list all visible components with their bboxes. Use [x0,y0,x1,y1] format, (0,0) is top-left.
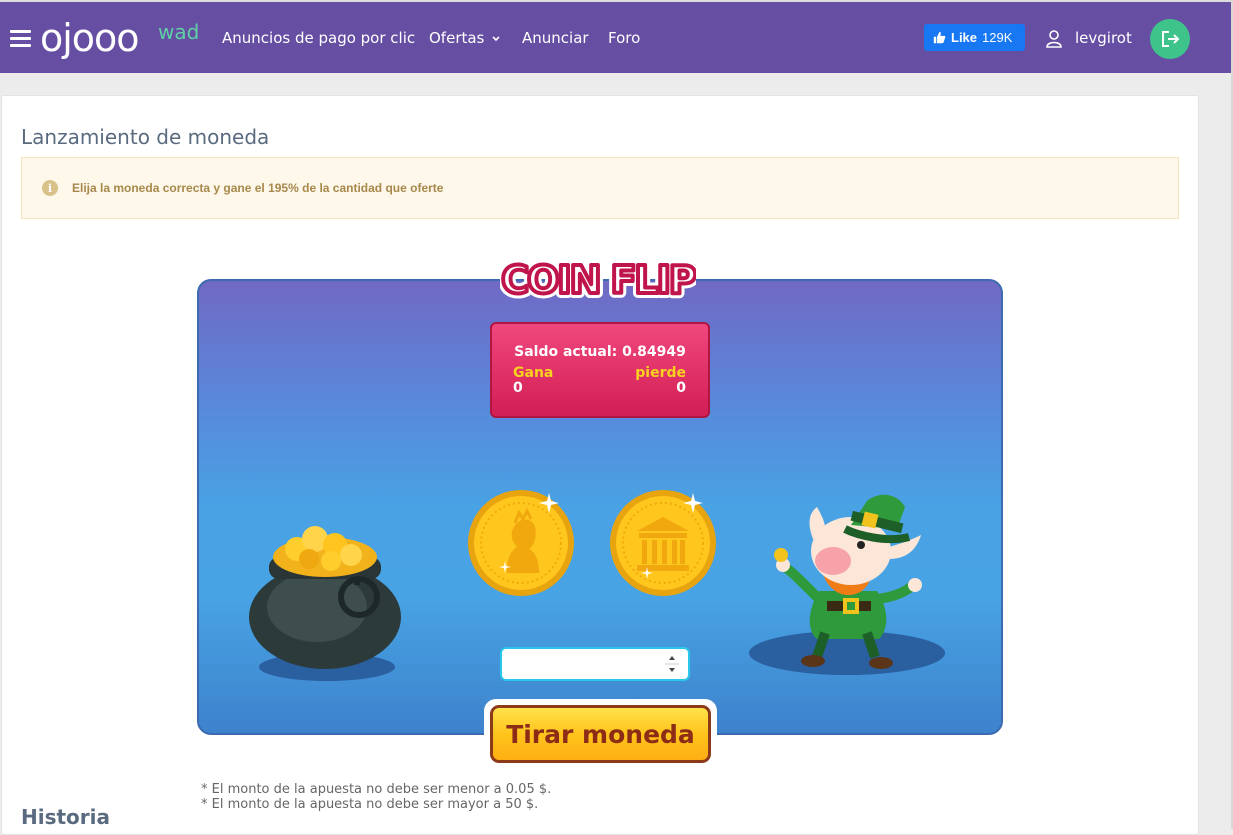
user-icon [1046,30,1062,48]
info-icon: i [42,180,58,196]
nav-offers[interactable]: Ofertas [429,29,501,47]
balance-panel: Saldo actual: 0.84949 Gana pierde 0 0 [490,322,710,418]
logo-suffix: wad [158,20,200,44]
pot-of-gold-icon [249,526,401,681]
queen-head-coin[interactable] [465,487,577,599]
nav-forum[interactable]: Foro [608,29,640,47]
like-count: 129K [982,30,1013,45]
like-label: Like [951,30,978,45]
alert-text: Elija la moneda correcta y gane el 195% … [72,181,444,195]
hamburger-menu-icon[interactable] [10,30,31,48]
flip-coin-button[interactable]: Tirar moneda [484,699,717,769]
flip-coin-label: Tirar moneda [490,705,711,763]
current-balance: Saldo actual: 0.84949 [514,344,686,360]
page-title: Lanzamiento de moneda [21,125,270,149]
lose-count: 0 [676,380,686,396]
username[interactable]: levgirot [1075,29,1132,47]
logout-icon [1162,31,1180,47]
bet-amount-input[interactable] [500,647,690,681]
bet-notes: * El monto de la apuesta no debe ser men… [201,782,551,812]
temple-coin[interactable] [607,487,719,599]
top-navbar: ojooo wad Anuncios de pago por clic Ofer… [0,0,1231,73]
logo[interactable]: ojooo [40,18,140,58]
win-count: 0 [513,380,523,396]
number-spinner-icon[interactable] [665,651,679,677]
nav-ptc-ads[interactable]: Anuncios de pago por clic [222,29,415,47]
min-bet-note: * El monto de la apuesta no debe ser men… [201,782,552,797]
max-bet-note: * El monto de la apuesta no debe ser may… [201,797,539,812]
nav-offers-label: Ofertas [429,29,485,47]
leprechaun-icon [749,494,945,675]
chevron-down-icon [492,36,500,42]
logout-button[interactable] [1150,19,1190,59]
win-label: Gana [513,365,554,381]
coin-flip-logo: COIN FLIP COIN FLIP [500,255,696,303]
lose-label: pierde [635,365,686,381]
facebook-like-button[interactable]: Like 129K [924,24,1025,51]
thumbs-up-icon [933,31,946,44]
history-title: Historia [21,805,111,829]
coin-flip-logo-text: COIN FLIP [501,258,696,302]
info-alert: i Elija la moneda correcta y gane el 195… [21,157,1179,219]
nav-advertise[interactable]: Anunciar [522,29,589,47]
